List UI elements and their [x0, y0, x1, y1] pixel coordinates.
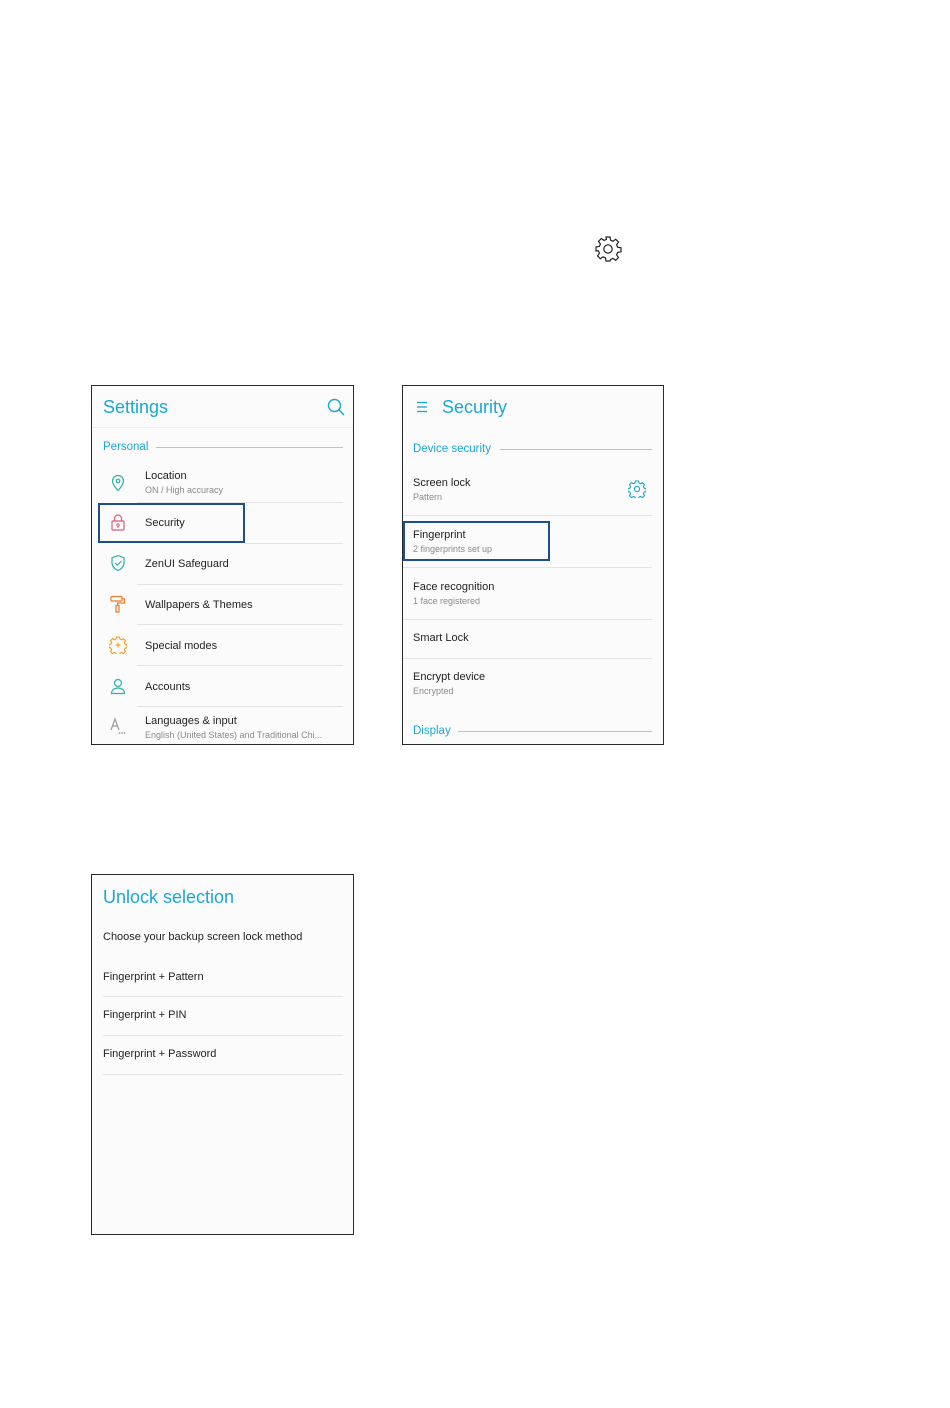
unlock-option-pattern[interactable]: Fingerprint + Pattern	[103, 971, 204, 983]
settings-screenshot: Settings Personal Location ON / High acc…	[91, 385, 354, 745]
appbar-divider	[92, 427, 353, 428]
item-sublabel: Pattern	[413, 492, 443, 502]
item-sublabel: English (United States) and Traditional …	[145, 730, 323, 740]
section-display: Display	[413, 725, 451, 737]
divider	[103, 996, 343, 997]
item-label: Languages & input	[145, 715, 237, 727]
gear-icon	[595, 236, 622, 262]
item-label: Face recognition	[413, 581, 495, 593]
unlock-prompt: Choose your backup screen lock method	[103, 931, 303, 943]
item-label: Smart Lock	[413, 632, 469, 644]
item-sublabel: 1 face registered	[413, 596, 481, 606]
unlock-option-password[interactable]: Fingerprint + Password	[103, 1048, 216, 1060]
divider	[137, 624, 343, 625]
search-icon[interactable]	[327, 398, 345, 416]
paint-roller-icon	[110, 595, 126, 613]
divider	[137, 665, 343, 666]
item-label: Wallpapers & Themes	[145, 599, 253, 611]
security-screenshot: Security Device security Screen lock Pat…	[402, 385, 664, 745]
item-label: Special modes	[145, 640, 218, 652]
section-personal: Personal	[103, 441, 149, 453]
person-icon	[110, 678, 126, 695]
gear-icon[interactable]	[628, 480, 646, 498]
divider	[137, 706, 343, 707]
shield-check-icon	[111, 554, 125, 572]
unlock-title: Unlock selection	[103, 887, 235, 907]
language-icon	[110, 717, 126, 734]
item-label: Accounts	[145, 681, 191, 693]
section-device-security: Device security	[413, 443, 491, 455]
divider	[403, 619, 652, 620]
section-line	[500, 449, 652, 450]
fingerprint-highlight-box	[403, 521, 550, 561]
menu-icon[interactable]	[416, 401, 429, 413]
security-highlight-box	[98, 503, 245, 543]
unlock-option-pin[interactable]: Fingerprint + PIN	[103, 1009, 186, 1021]
divider	[403, 515, 652, 516]
item-label: Screen lock	[413, 477, 471, 489]
security-title: Security	[442, 397, 508, 417]
item-sublabel: ON / High accuracy	[145, 485, 224, 495]
settings-title: Settings	[103, 397, 169, 417]
section-line	[156, 447, 343, 448]
section-line	[458, 731, 652, 732]
item-label: Encrypt device	[413, 671, 486, 683]
item-sublabel: Encrypted	[413, 686, 454, 696]
location-pin-icon	[111, 474, 125, 492]
item-label: Location	[145, 470, 187, 482]
divider	[403, 567, 652, 568]
divider	[245, 543, 343, 544]
item-label: ZenUI Safeguard	[145, 558, 229, 570]
unlock-selection-screenshot: Unlock selection Choose your backup scre…	[91, 874, 354, 1235]
divider	[403, 658, 652, 659]
divider	[137, 584, 343, 585]
gear-plus-icon	[109, 636, 127, 654]
divider	[103, 1035, 343, 1036]
divider	[103, 1074, 343, 1075]
